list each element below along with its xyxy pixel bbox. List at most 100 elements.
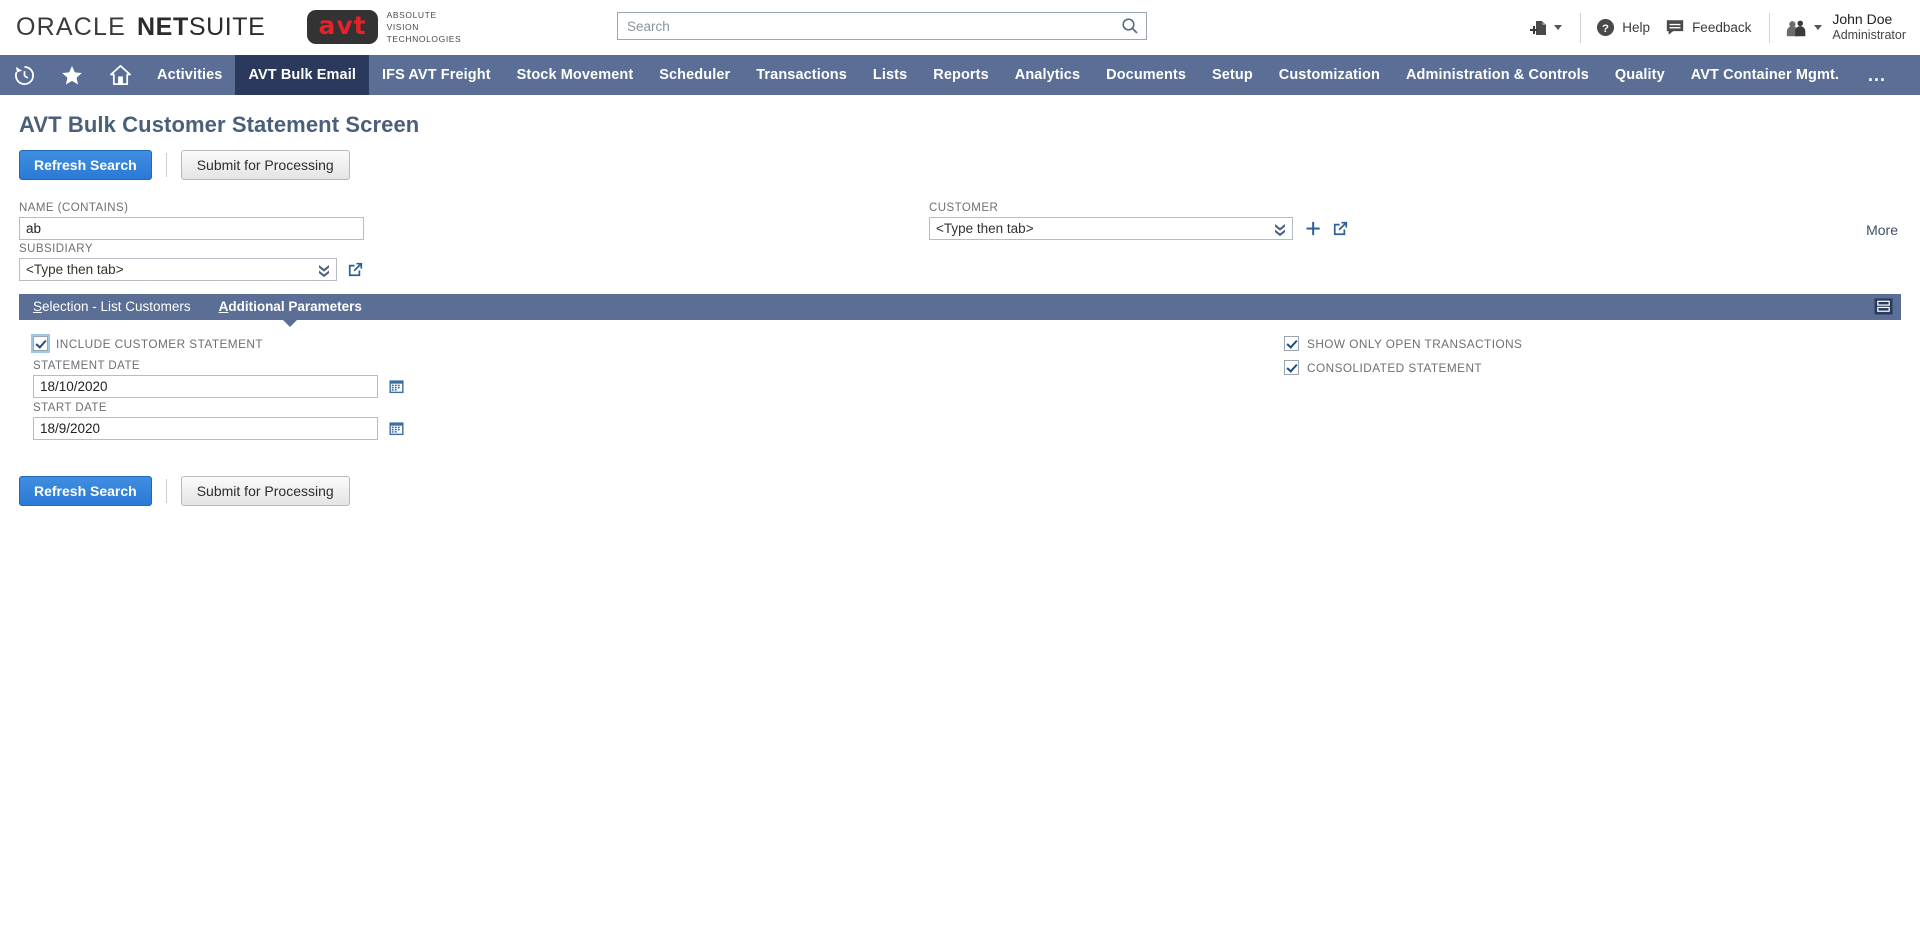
home-icon[interactable]: [96, 55, 144, 95]
main-navigation-bar: ActivitiesAVT Bulk EmailIFS AVT FreightS…: [0, 55, 1920, 95]
nav-item-stock-movement[interactable]: Stock Movement: [504, 55, 647, 95]
nav-item-transactions[interactable]: Transactions: [743, 55, 860, 95]
nav-item-documents[interactable]: Documents: [1093, 55, 1199, 95]
start-date-input[interactable]: [33, 417, 378, 440]
create-new-button[interactable]: [1529, 18, 1562, 38]
include-customer-statement-row: INCLUDE CUSTOMER STATEMENT: [33, 336, 463, 351]
refresh-search-button-top[interactable]: Refresh Search: [19, 150, 152, 180]
subsidiary-label: SUBSIDIARY: [19, 243, 364, 255]
nav-item-customization[interactable]: Customization: [1266, 55, 1393, 95]
customer-label: CUSTOMER: [929, 202, 1349, 214]
header-divider-1: [1580, 13, 1581, 43]
svg-text:?: ?: [1602, 23, 1609, 35]
submit-for-processing-button-top[interactable]: Submit for Processing: [181, 150, 350, 180]
consolidated-statement-label: CONSOLIDATED STATEMENT: [1307, 361, 1482, 375]
subtab-label: election - List Customers: [42, 299, 191, 314]
nav-item-avt-bulk-email[interactable]: AVT Bulk Email: [235, 55, 369, 95]
nav-item-analytics[interactable]: Analytics: [1002, 55, 1093, 95]
subsidiary-open-in-new-window-icon[interactable]: [347, 261, 364, 278]
user-group-icon: [1785, 18, 1809, 38]
netsuite-logo-bold: NET: [137, 13, 189, 41]
netsuite-logo-light: SUITE: [189, 13, 266, 41]
nav-items-container: ActivitiesAVT Bulk EmailIFS AVT FreightS…: [144, 55, 1852, 95]
subtab-label: dditional Parameters: [228, 299, 362, 314]
statement-date-input[interactable]: [33, 375, 378, 398]
list-layout-icon[interactable]: [1874, 298, 1893, 320]
user-name: John Doe: [1832, 11, 1906, 29]
nav-item-activities[interactable]: Activities: [144, 55, 235, 95]
top-header-bar: ORACLE NETSUITE avt ABSOLUTE VISION TECH…: [0, 0, 1920, 55]
nav-item-reports[interactable]: Reports: [920, 55, 1002, 95]
search-filters: NAME (CONTAINS) SUBSIDIARY <Type then ta…: [19, 202, 1901, 288]
global-search[interactable]: [617, 12, 1147, 40]
statement-date-label: STATEMENT DATE: [33, 360, 463, 372]
include-customer-statement-checkbox[interactable]: [33, 336, 48, 351]
user-menu[interactable]: John Doe Administrator: [1785, 11, 1906, 44]
favorites-star-icon[interactable]: [48, 55, 96, 95]
show-only-open-transactions-checkbox[interactable]: [1284, 336, 1299, 351]
name-contains-input[interactable]: [19, 217, 364, 240]
customer-field: CUSTOMER <Type then tab>: [929, 202, 1349, 240]
bottom-button-row: Refresh Search Submit for Processing: [19, 476, 1901, 506]
nav-item-lists[interactable]: Lists: [860, 55, 920, 95]
help-button[interactable]: ? Help: [1596, 18, 1650, 37]
name-contains-label: NAME (CONTAINS): [19, 202, 364, 214]
subtab-selection-list-customers[interactable]: Selection - List Customers: [19, 294, 205, 320]
feedback-button[interactable]: Feedback: [1665, 18, 1751, 37]
subsidiary-select[interactable]: <Type then tab>: [19, 258, 337, 281]
start-date-calendar-icon[interactable]: [389, 421, 404, 436]
nav-overflow-button[interactable]: ...: [1852, 55, 1902, 95]
header-actions: ? Help Feedback John Doe Adminis: [1514, 0, 1920, 55]
subtab-additional-parameters[interactable]: Additional Parameters: [205, 294, 376, 320]
avt-logo-text: ABSOLUTE VISION TECHNOLOGIES: [387, 9, 462, 46]
nav-item-ifs-avt-freight[interactable]: IFS AVT Freight: [369, 55, 504, 95]
subtab-bar: Selection - List CustomersAdditional Par…: [19, 294, 1901, 320]
avt-logo-line-2: VISION: [387, 21, 462, 33]
page-container: AVT Bulk Customer Statement Screen More …: [0, 112, 1920, 506]
netsuite-logo-text: NETSUITE: [137, 13, 265, 42]
additional-parameters-right-column: SHOW ONLY OPEN TRANSACTIONS CONSOLIDATED…: [1284, 336, 1714, 384]
double-chevron-down-icon[interactable]: [317, 262, 331, 281]
nav-item-setup[interactable]: Setup: [1199, 55, 1266, 95]
nav-item-administration-controls[interactable]: Administration & Controls: [1393, 55, 1602, 95]
help-circle-icon: ?: [1596, 18, 1615, 37]
help-label: Help: [1622, 20, 1650, 35]
subsidiary-value: <Type then tab>: [26, 262, 124, 277]
customer-double-chevron-down-icon[interactable]: [1273, 221, 1287, 240]
subtab-items-container: Selection - List CustomersAdditional Par…: [19, 294, 376, 320]
nav-item-scheduler[interactable]: Scheduler: [646, 55, 743, 95]
start-date-label: START DATE: [33, 402, 463, 414]
customer-add-plus-icon[interactable]: [1305, 220, 1322, 237]
nav-item-quality[interactable]: Quality: [1602, 55, 1678, 95]
submit-for-processing-button-bottom[interactable]: Submit for Processing: [181, 476, 350, 506]
user-chevron-down-icon[interactable]: [1814, 25, 1822, 30]
additional-parameters-panel: INCLUDE CUSTOMER STATEMENT STATEMENT DAT…: [19, 336, 1901, 446]
subtab-accesskey: S: [33, 299, 42, 314]
refresh-search-button-bottom[interactable]: Refresh Search: [19, 476, 152, 506]
statement-date-row: [33, 375, 463, 398]
oracle-logo-text: ORACLE: [16, 13, 126, 42]
statement-date-calendar-icon[interactable]: [389, 379, 404, 394]
search-icon[interactable]: [1121, 17, 1139, 35]
show-only-open-transactions-label: SHOW ONLY OPEN TRANSACTIONS: [1307, 337, 1522, 351]
subsidiary-row: <Type then tab>: [19, 258, 364, 281]
oracle-netsuite-logo[interactable]: ORACLE NETSUITE: [16, 13, 265, 42]
page-title: AVT Bulk Customer Statement Screen: [19, 112, 1901, 138]
feedback-bubble-icon: [1665, 18, 1685, 37]
customer-select[interactable]: <Type then tab>: [929, 217, 1293, 240]
header-divider-2: [1769, 13, 1770, 43]
top-button-row: Refresh Search Submit for Processing: [19, 150, 1901, 180]
chevron-down-icon[interactable]: [1554, 25, 1562, 30]
create-new-icon: [1529, 18, 1549, 38]
search-input[interactable]: [617, 12, 1147, 40]
additional-parameters-left-column: INCLUDE CUSTOMER STATEMENT STATEMENT DAT…: [33, 336, 463, 440]
feedback-label: Feedback: [1692, 20, 1751, 35]
customer-open-in-new-window-icon[interactable]: [1332, 220, 1349, 237]
recent-history-icon[interactable]: [0, 55, 48, 95]
subsidiary-field: SUBSIDIARY <Type then tab>: [19, 243, 364, 281]
nav-item-avt-container-mgmt[interactable]: AVT Container Mgmt.: [1678, 55, 1852, 95]
consolidated-statement-checkbox[interactable]: [1284, 360, 1299, 375]
start-date-field: START DATE: [33, 402, 463, 440]
consolidated-statement-row: CONSOLIDATED STATEMENT: [1284, 360, 1714, 375]
subtab-active-arrow: [283, 320, 297, 327]
